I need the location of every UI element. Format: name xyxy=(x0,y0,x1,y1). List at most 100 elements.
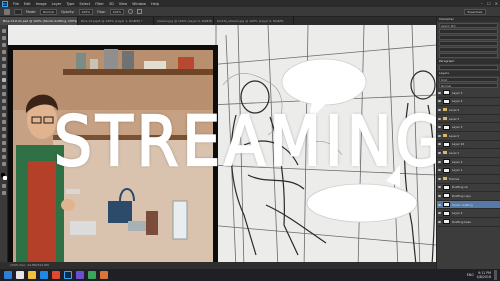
language-indicator[interactable]: ENG xyxy=(467,273,474,277)
healing-tool-icon[interactable] xyxy=(2,71,6,75)
browser-icon[interactable] xyxy=(40,271,48,279)
visibility-eye-icon[interactable] xyxy=(438,177,441,180)
layer-row[interactable]: Frames xyxy=(437,175,500,184)
flow-input[interactable]: 100% xyxy=(109,8,125,15)
app-icon[interactable] xyxy=(100,271,108,279)
menu-layer[interactable]: Layer xyxy=(52,2,62,6)
visibility-eye-icon[interactable] xyxy=(438,212,441,215)
photoshop-logo: Ps xyxy=(2,0,8,7)
photoshop-taskbar-icon[interactable] xyxy=(64,271,72,279)
visibility-eye-icon[interactable] xyxy=(438,134,441,137)
menu-filter[interactable]: Filter xyxy=(95,2,104,6)
tracking-field[interactable] xyxy=(439,41,498,46)
brush-tool-icon[interactable] xyxy=(4,8,10,15)
layer-thumbnail xyxy=(443,124,450,130)
layer-row[interactable]: Level 4 xyxy=(437,106,500,115)
document-tab-bar: Bios-13-P-21.psd @ 100% (Studio drafting… xyxy=(0,17,436,25)
document-tab[interactable]: bkdrfe_stream.jpg @ 100% (Layer 0, RGB/8… xyxy=(214,17,294,25)
color-field[interactable] xyxy=(439,53,498,58)
show-desktop-button[interactable] xyxy=(494,270,497,280)
layer-row[interactable]: Layer 24 xyxy=(437,141,500,150)
history-brush-tool-icon[interactable] xyxy=(2,92,6,96)
menu-type[interactable]: Type xyxy=(66,2,74,6)
visibility-eye-icon[interactable] xyxy=(438,100,441,103)
mode-select[interactable]: Normal xyxy=(40,8,57,15)
quick-select-tool-icon[interactable] xyxy=(2,50,6,54)
visibility-eye-icon[interactable] xyxy=(438,108,441,111)
visibility-eye-icon[interactable] xyxy=(438,151,441,154)
visibility-eye-icon[interactable] xyxy=(438,220,441,223)
visibility-eye-icon[interactable] xyxy=(438,186,441,189)
layer-row[interactable]: Layer 5 xyxy=(437,89,500,98)
lasso-tool-icon[interactable] xyxy=(2,43,6,47)
start-button-icon[interactable] xyxy=(4,271,12,279)
close-button[interactable]: ✕ xyxy=(495,0,498,7)
marquee-tool-icon[interactable] xyxy=(2,36,6,40)
layer-row[interactable]: Level 3 xyxy=(437,115,500,124)
clone-stamp-tool-icon[interactable] xyxy=(2,85,6,89)
brush-tool-icon[interactable] xyxy=(2,78,6,82)
document-tab-active[interactable]: Bios-13-P-21.psd @ 100% (Studio drafting… xyxy=(0,17,78,25)
layer-thumbnail xyxy=(443,210,450,216)
visibility-eye-icon[interactable] xyxy=(438,117,441,120)
menu-file[interactable]: File xyxy=(13,2,19,6)
visibility-eye-icon[interactable] xyxy=(438,194,441,197)
app-icon[interactable] xyxy=(52,271,60,279)
menu-image[interactable]: Image xyxy=(36,2,47,6)
app-icon[interactable] xyxy=(88,271,96,279)
layer-kind-filter[interactable]: Kind xyxy=(439,77,498,82)
quick-mask-icon[interactable] xyxy=(2,184,6,188)
opacity-input[interactable]: 100% xyxy=(78,8,94,15)
document-tab[interactable]: stream.jpg @ 100% (Layer 0, RGB/8) * xyxy=(154,17,214,25)
visibility-eye-icon[interactable] xyxy=(438,143,441,146)
layer-row[interactable]: Drafting copy xyxy=(437,192,500,201)
clock[interactable]: 9:11 PM 4/8/2016 xyxy=(477,271,491,279)
search-icon[interactable] xyxy=(16,271,24,279)
file-explorer-icon[interactable] xyxy=(28,271,36,279)
layer-row[interactable]: Level 1 xyxy=(437,149,500,158)
layer-row[interactable]: Drafting base xyxy=(437,218,500,227)
menu-view[interactable]: View xyxy=(119,2,127,6)
crop-tool-icon[interactable] xyxy=(2,57,6,61)
visibility-eye-icon[interactable] xyxy=(438,126,441,129)
eyedropper-tool-icon[interactable] xyxy=(2,64,6,68)
font-family-select[interactable]: Avenir Std xyxy=(439,23,498,28)
layer-row[interactable]: Layer 4 xyxy=(437,209,500,218)
layer-row[interactable]: Layer 3 xyxy=(437,123,500,132)
layer-row[interactable]: Layer 4 xyxy=(437,98,500,107)
workspace-select[interactable]: Essentials xyxy=(464,9,486,15)
leading-field[interactable] xyxy=(439,35,498,40)
folder-icon xyxy=(443,108,447,112)
pressure-icon[interactable] xyxy=(137,9,143,14)
airbrush-icon[interactable] xyxy=(128,9,134,14)
visibility-eye-icon[interactable] xyxy=(438,203,441,206)
layer-row[interactable]: Layer 1 xyxy=(437,166,500,175)
alignment-row[interactable] xyxy=(439,65,498,70)
menu-select[interactable]: Select xyxy=(79,2,90,6)
minimize-button[interactable]: – xyxy=(481,0,483,7)
scale-field[interactable] xyxy=(439,47,498,52)
menu-edit[interactable]: Edit xyxy=(24,2,31,6)
visibility-eye-icon[interactable] xyxy=(438,91,441,94)
document-tab[interactable]: Bios-13-pgs5 @ 100% (Layer 1, RGB/8) * xyxy=(78,17,154,25)
layers-panel-header[interactable]: Layers xyxy=(437,71,500,76)
options-bar: Mode: Normal Opacity: 100% Flow: 100% Es… xyxy=(0,7,500,17)
paragraph-panel-header[interactable]: Paragraph xyxy=(437,59,500,64)
visibility-eye-icon[interactable] xyxy=(438,160,441,163)
layer-row[interactable]: Layer 2 xyxy=(437,158,500,167)
layer-row[interactable]: Level 2 xyxy=(437,132,500,141)
menu-help[interactable]: Help xyxy=(151,2,159,6)
menu-window[interactable]: Window xyxy=(132,2,146,6)
menu-3d[interactable]: 3D xyxy=(109,2,114,6)
app-icon[interactable] xyxy=(76,271,84,279)
layer-row[interactable]: Studio drafting xyxy=(437,200,500,210)
brush-preset-picker[interactable] xyxy=(14,8,22,15)
font-size-field[interactable] xyxy=(439,29,498,34)
screen-mode-icon[interactable] xyxy=(2,191,6,195)
layer-blend-mode[interactable]: Normal xyxy=(439,83,498,88)
move-tool-icon[interactable] xyxy=(2,29,6,33)
visibility-eye-icon[interactable] xyxy=(438,169,441,172)
layer-row[interactable]: Drafting slc xyxy=(437,184,500,193)
maximize-button[interactable]: ☐ xyxy=(487,0,491,7)
character-panel-header[interactable]: Character xyxy=(437,17,500,22)
